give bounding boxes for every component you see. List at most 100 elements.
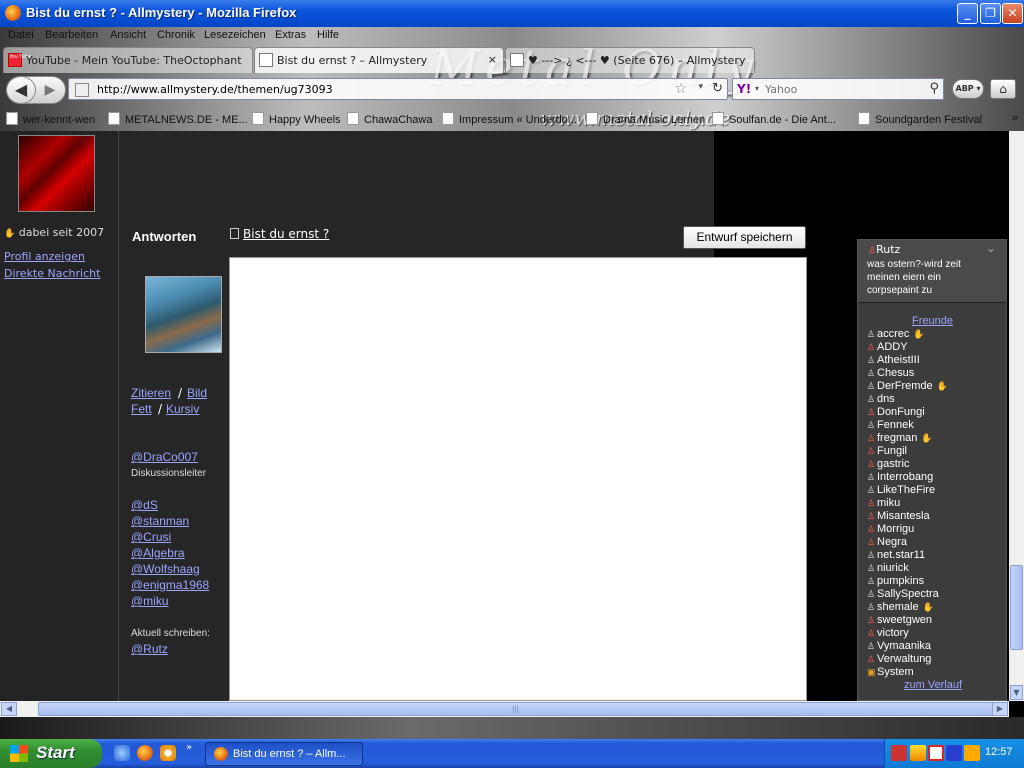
friend-item[interactable]: ♙ ADDY bbox=[867, 341, 908, 354]
start-button[interactable]: Start bbox=[0, 739, 102, 768]
friend-item[interactable]: ♙ Misantesla bbox=[867, 510, 930, 523]
friend-item[interactable]: ♙ gastric bbox=[867, 458, 909, 471]
wave-icon[interactable]: ✋ bbox=[937, 381, 948, 391]
bookmark-item[interactable]: Drama Music Lernen bbox=[586, 112, 705, 126]
friend-item[interactable]: ♙ SallySpectra bbox=[867, 588, 939, 601]
scroll-right-icon[interactable]: ▶ bbox=[992, 702, 1008, 716]
bookmark-item[interactable]: Soulfan.de - Die Ant... bbox=[712, 112, 836, 126]
menu-lesezeichen[interactable]: Lesezeichen bbox=[204, 29, 266, 41]
messenger-icon[interactable] bbox=[964, 745, 980, 761]
friend-item[interactable]: ♙ niurick bbox=[867, 562, 909, 575]
friend-item[interactable]: ♙ victory bbox=[867, 627, 909, 640]
bookmark-item[interactable]: Soundgarden Festival bbox=[858, 112, 982, 126]
history-dropdown-icon[interactable]: ▾ bbox=[698, 82, 703, 92]
reload-icon[interactable]: ↻ bbox=[712, 81, 723, 96]
tray-monitor-icon[interactable] bbox=[946, 745, 962, 761]
forward-button[interactable]: ▶ bbox=[38, 80, 62, 100]
image-link[interactable]: Bild bbox=[187, 386, 207, 400]
friend-item[interactable]: ♙ dns bbox=[867, 393, 895, 406]
mention-link[interactable]: @enigma1968 bbox=[131, 578, 209, 592]
window-titlebar[interactable]: Bist du ernst ? - Allmystery - Mozilla F… bbox=[0, 0, 1024, 27]
url-input[interactable] bbox=[97, 83, 597, 96]
show-desktop-icon[interactable] bbox=[114, 745, 130, 761]
chevron-down-icon[interactable]: ⌄ bbox=[986, 241, 996, 255]
mention-link[interactable]: @miku bbox=[131, 594, 169, 608]
friend-item[interactable]: ♙ DonFungi bbox=[867, 406, 925, 419]
tab-bist-du-ernst[interactable]: Bist du ernst ? – Allmystery × bbox=[254, 47, 504, 73]
friend-item[interactable]: ♙ Negra bbox=[867, 536, 907, 549]
tab-youtube[interactable]: You Tube YouTube - Mein YouTube: TheOcto… bbox=[3, 47, 253, 73]
bookmarks-more-icon[interactable]: » bbox=[1012, 112, 1018, 124]
italic-link[interactable]: Kursiv bbox=[166, 402, 199, 416]
tray-app-icon[interactable] bbox=[891, 745, 907, 761]
direct-message-link[interactable]: Direkte Nachricht bbox=[4, 267, 100, 280]
friend-item[interactable]: ♙ Fennek bbox=[867, 419, 914, 432]
history-link[interactable]: zum Verlauf bbox=[904, 679, 962, 691]
menu-bearbeiten[interactable]: Bearbeiten bbox=[45, 29, 98, 41]
friend-item[interactable]: ♙ Verwaltung bbox=[867, 653, 931, 666]
bookmark-item[interactable]: Happy Wheels bbox=[252, 112, 341, 126]
firefox-quicklaunch-icon[interactable] bbox=[137, 745, 153, 761]
mention-link[interactable]: @Crusi bbox=[131, 530, 171, 544]
save-draft-button[interactable]: Entwurf speichern bbox=[683, 226, 806, 249]
horizontal-scroll-thumb[interactable]: ||| bbox=[38, 702, 993, 716]
back-button[interactable]: ◀ bbox=[6, 76, 36, 104]
friend-item[interactable]: ♙ fregman ✋ bbox=[867, 432, 933, 445]
home-button[interactable]: ⌂ bbox=[990, 79, 1016, 99]
mention-link[interactable]: @Algebra bbox=[131, 546, 185, 560]
friend-item[interactable]: ♙ Fungil bbox=[867, 445, 907, 458]
profile-link[interactable]: Profil anzeigen bbox=[4, 250, 85, 263]
menu-extras[interactable]: Extras bbox=[275, 29, 306, 41]
friend-item[interactable]: ♙ accrec ✋ bbox=[867, 328, 925, 341]
menu-datei[interactable]: Datei bbox=[8, 29, 34, 41]
friend-item[interactable]: ♙ Interrobang bbox=[867, 471, 933, 484]
antivirus-icon[interactable] bbox=[928, 745, 944, 761]
mention-link[interactable]: @Wolfshaag bbox=[131, 562, 200, 576]
friend-item[interactable]: ♙ Vymaanika bbox=[867, 640, 931, 653]
poster-avatar[interactable] bbox=[145, 276, 222, 353]
url-bar[interactable]: ☆ ▾ ↻ bbox=[68, 78, 728, 100]
user-avatar[interactable] bbox=[18, 135, 95, 212]
friend-item[interactable]: ♙ DerFremde ✋ bbox=[867, 380, 948, 393]
bold-link[interactable]: Fett bbox=[131, 402, 152, 416]
wave-icon[interactable]: ✋ bbox=[921, 433, 932, 443]
currently-writing-link[interactable]: @Rutz bbox=[131, 642, 168, 656]
menu-chronik[interactable]: Chronik bbox=[157, 29, 195, 41]
mention-link[interactable]: @dS bbox=[131, 498, 158, 512]
quote-link[interactable]: Zitieren bbox=[131, 386, 171, 400]
scroll-left-icon[interactable]: ◀ bbox=[1, 702, 17, 716]
friend-item[interactable]: ♙ miku bbox=[867, 497, 900, 510]
friend-item[interactable]: ♙ pumpkins bbox=[867, 575, 924, 588]
mention-link[interactable]: @stanman bbox=[131, 514, 189, 528]
search-engine-dropdown-icon[interactable]: ▾ bbox=[755, 84, 759, 93]
thread-link[interactable]: Bist du ernst ? bbox=[243, 227, 329, 241]
wave-icon[interactable]: ✋ bbox=[913, 329, 924, 339]
mention-leader-link[interactable]: @DraCo007 bbox=[131, 450, 198, 464]
friend-item[interactable]: ♙ Morrigu bbox=[867, 523, 914, 536]
bookmark-item[interactable]: METALNEWS.DE - ME... bbox=[108, 112, 248, 126]
search-box[interactable]: Y! ▾ Yahoo ⚲ bbox=[732, 78, 944, 100]
friend-item[interactable]: ♙ sweetgwen bbox=[867, 614, 932, 627]
adblock-plus-button[interactable]: ABP ▾ bbox=[952, 79, 984, 99]
friends-heading-link[interactable]: Freunde bbox=[912, 315, 953, 327]
menu-hilfe[interactable]: Hilfe bbox=[317, 29, 339, 41]
chat-user[interactable]: ♙Rutz bbox=[868, 243, 900, 256]
maximize-button[interactable]: ❐ bbox=[980, 3, 1001, 24]
bookmark-item[interactable]: Impressum « Underdo... bbox=[442, 112, 577, 126]
friend-item[interactable]: ▣System bbox=[867, 666, 914, 679]
reply-textarea[interactable] bbox=[229, 257, 807, 701]
bookmark-star-icon[interactable]: ☆ bbox=[674, 81, 687, 97]
bookmark-item[interactable]: wer-kennt-wen bbox=[6, 112, 95, 126]
menu-ansicht[interactable]: Ansicht bbox=[110, 29, 146, 41]
quicklaunch-more-icon[interactable]: » bbox=[186, 742, 192, 753]
search-icon[interactable]: ⚲ bbox=[929, 81, 939, 96]
shield-icon[interactable] bbox=[910, 745, 926, 761]
bookmark-item[interactable]: ChawaChawa bbox=[347, 112, 432, 126]
close-button[interactable]: ✕ bbox=[1002, 3, 1023, 24]
yahoo-icon[interactable]: Y! bbox=[737, 82, 751, 96]
friend-item[interactable]: ♙ Chesus bbox=[867, 367, 914, 380]
wave-icon[interactable]: ✋ bbox=[923, 602, 934, 612]
tab-seite-676[interactable]: ♥ ---> ¿ <--- ♥ (Seite 676) – Allmystery bbox=[505, 47, 755, 73]
media-player-icon[interactable] bbox=[160, 745, 176, 761]
minimize-button[interactable]: _ bbox=[957, 3, 978, 24]
